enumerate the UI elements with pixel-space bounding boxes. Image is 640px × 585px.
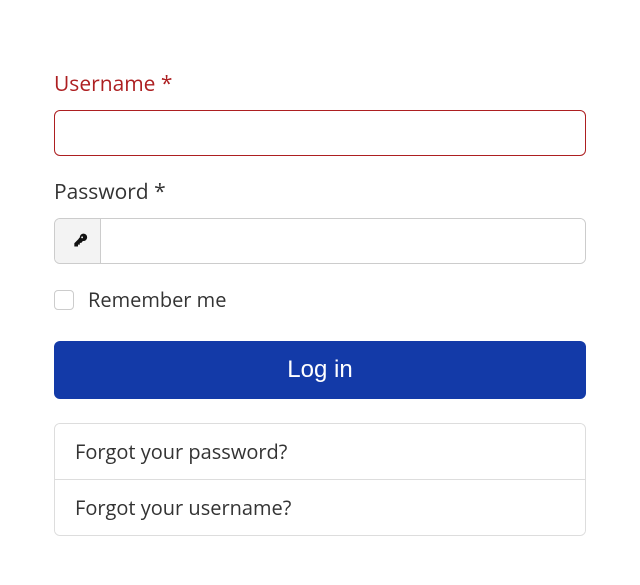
remember-checkbox[interactable] xyxy=(54,290,74,310)
password-group: Password * xyxy=(54,178,586,264)
forgot-username-link[interactable]: Forgot your username? xyxy=(55,479,585,535)
login-form: Username * Password * Remember me Log in… xyxy=(0,0,640,536)
password-input[interactable] xyxy=(101,219,585,263)
username-label: Username * xyxy=(54,70,586,98)
remember-row: Remember me xyxy=(54,286,586,313)
password-label: Password * xyxy=(54,178,586,206)
key-icon xyxy=(55,219,101,263)
forgot-password-link[interactable]: Forgot your password? xyxy=(55,424,585,479)
username-group: Username * xyxy=(54,70,586,156)
login-button[interactable]: Log in xyxy=(54,341,586,399)
username-input[interactable] xyxy=(54,110,586,156)
help-links: Forgot your password? Forgot your userna… xyxy=(54,423,586,536)
remember-label: Remember me xyxy=(88,286,226,313)
password-input-group xyxy=(54,218,586,264)
